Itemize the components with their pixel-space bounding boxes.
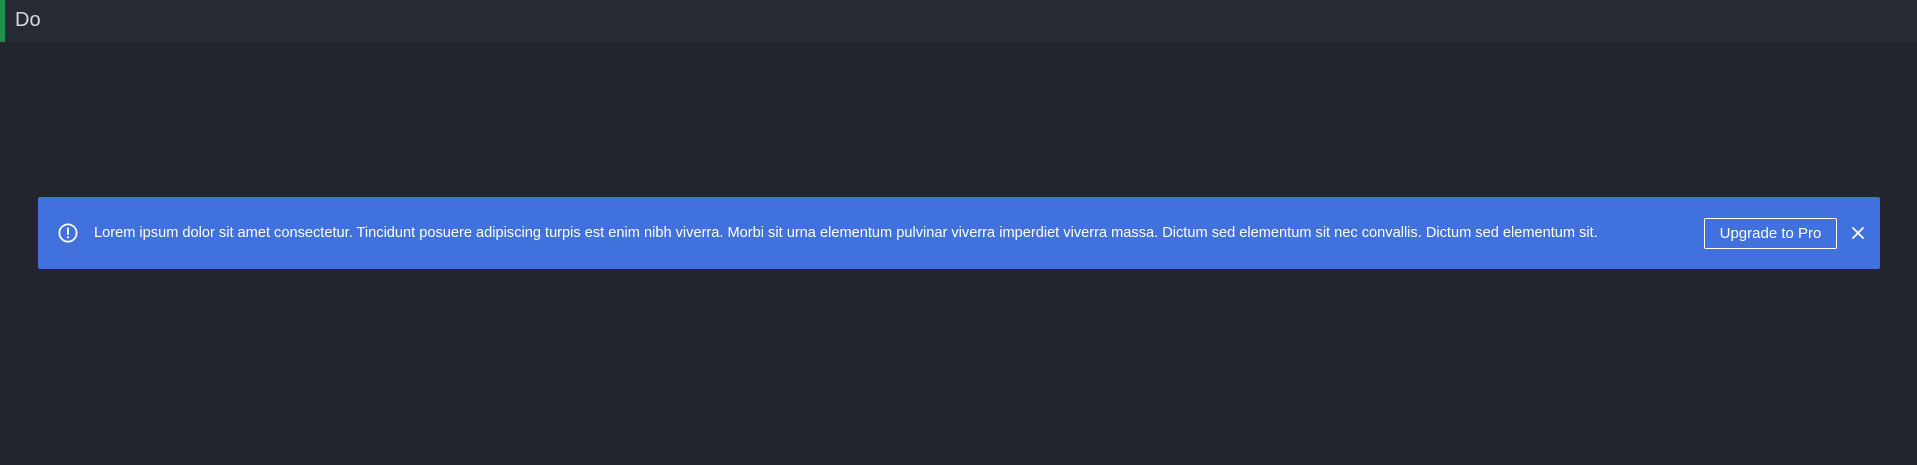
close-icon[interactable] [1848,223,1868,243]
upgrade-banner: Lorem ipsum dolor sit amet consectetur. … [38,197,1880,269]
banner-message: Lorem ipsum dolor sit amet consectetur. … [94,225,1598,241]
top-bar: Do [0,0,1917,42]
alert-circle-icon [58,223,78,243]
header-accent-bar [0,0,5,42]
upgrade-to-pro-button[interactable]: Upgrade to Pro [1704,218,1837,249]
page-title: Do [15,9,41,31]
